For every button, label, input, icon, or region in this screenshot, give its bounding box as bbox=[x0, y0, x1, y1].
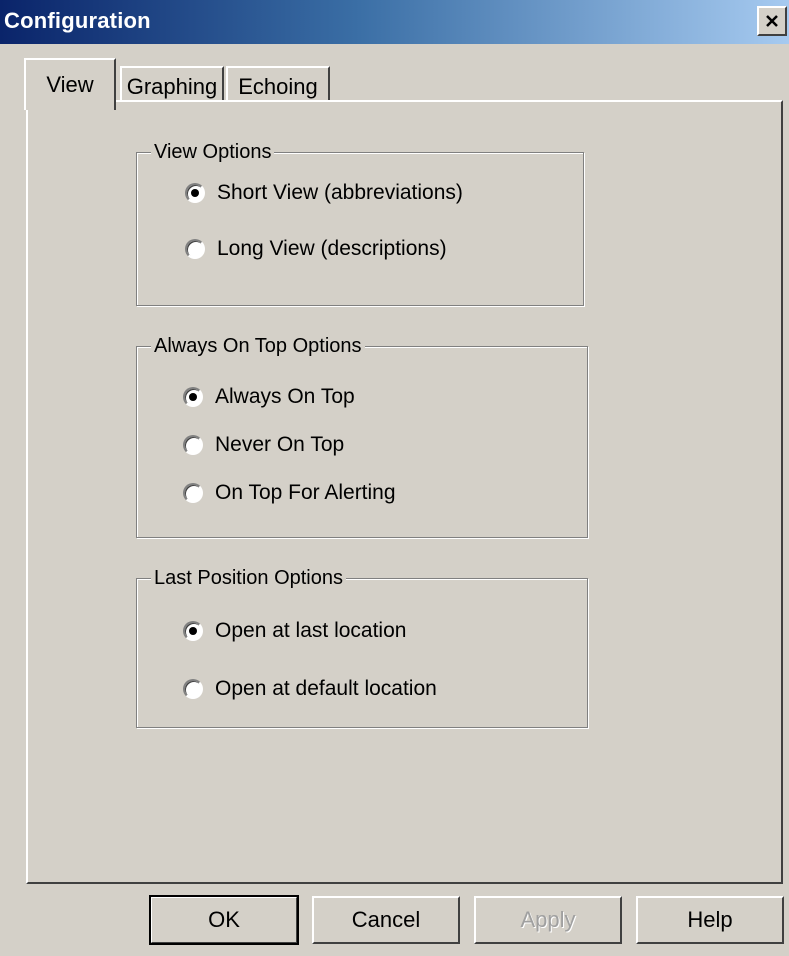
radio-open-last-location[interactable]: Open at last location bbox=[183, 619, 406, 643]
position-options-title: Last Position Options bbox=[151, 564, 346, 592]
radio-button[interactable] bbox=[183, 483, 203, 503]
title-bar: Configuration bbox=[0, 0, 789, 44]
cancel-button-label: Cancel bbox=[351, 907, 421, 932]
radio-long-view[interactable]: Long View (descriptions) bbox=[185, 237, 447, 261]
help-button-label: Help bbox=[687, 907, 733, 932]
radio-short-view[interactable]: Short View (abbreviations) bbox=[185, 181, 463, 205]
ok-button-label: OK bbox=[208, 907, 240, 932]
tab-echoing-label: Echoing bbox=[238, 74, 318, 99]
tab-view-label: View bbox=[46, 72, 94, 97]
tab-view[interactable]: View bbox=[24, 58, 116, 110]
radio-button-selected[interactable] bbox=[183, 387, 203, 407]
radio-button-selected[interactable] bbox=[185, 183, 205, 203]
view-options-group: View Options Short View (abbreviations) … bbox=[136, 138, 584, 306]
radio-button-selected[interactable] bbox=[183, 621, 203, 641]
radio-on-top-for-alerting-label: On Top For Alerting bbox=[215, 481, 396, 504]
radio-never-on-top[interactable]: Never On Top bbox=[183, 433, 344, 457]
apply-button-label: Apply bbox=[520, 907, 576, 932]
radio-short-view-label: Short View (abbreviations) bbox=[217, 181, 463, 204]
position-options-group: Last Position Options Open at last locat… bbox=[136, 564, 588, 728]
close-button[interactable] bbox=[757, 6, 787, 36]
window-title: Configuration bbox=[4, 8, 151, 33]
radio-open-default-location[interactable]: Open at default location bbox=[183, 677, 437, 701]
on-top-options-group: Always On Top Options Always On Top Neve… bbox=[136, 332, 588, 538]
cancel-button[interactable]: Cancel bbox=[312, 896, 460, 944]
radio-open-default-location-label: Open at default location bbox=[215, 677, 437, 700]
radio-button[interactable] bbox=[183, 435, 203, 455]
on-top-options-title: Always On Top Options bbox=[151, 332, 365, 360]
apply-button[interactable]: Apply bbox=[474, 896, 622, 944]
radio-long-view-label: Long View (descriptions) bbox=[217, 237, 447, 260]
tab-graphing-label: Graphing bbox=[126, 74, 218, 99]
radio-button[interactable] bbox=[183, 679, 203, 699]
radio-on-top-for-alerting[interactable]: On Top For Alerting bbox=[183, 481, 396, 505]
radio-always-on-top[interactable]: Always On Top bbox=[183, 385, 355, 409]
view-options-title: View Options bbox=[151, 138, 275, 166]
radio-always-on-top-label: Always On Top bbox=[215, 385, 355, 408]
close-icon bbox=[766, 15, 778, 27]
radio-button[interactable] bbox=[185, 239, 205, 259]
help-button[interactable]: Help bbox=[636, 896, 784, 944]
radio-never-on-top-label: Never On Top bbox=[215, 433, 345, 456]
radio-open-last-location-label: Open at last location bbox=[215, 619, 407, 642]
ok-button[interactable]: OK bbox=[149, 895, 299, 945]
